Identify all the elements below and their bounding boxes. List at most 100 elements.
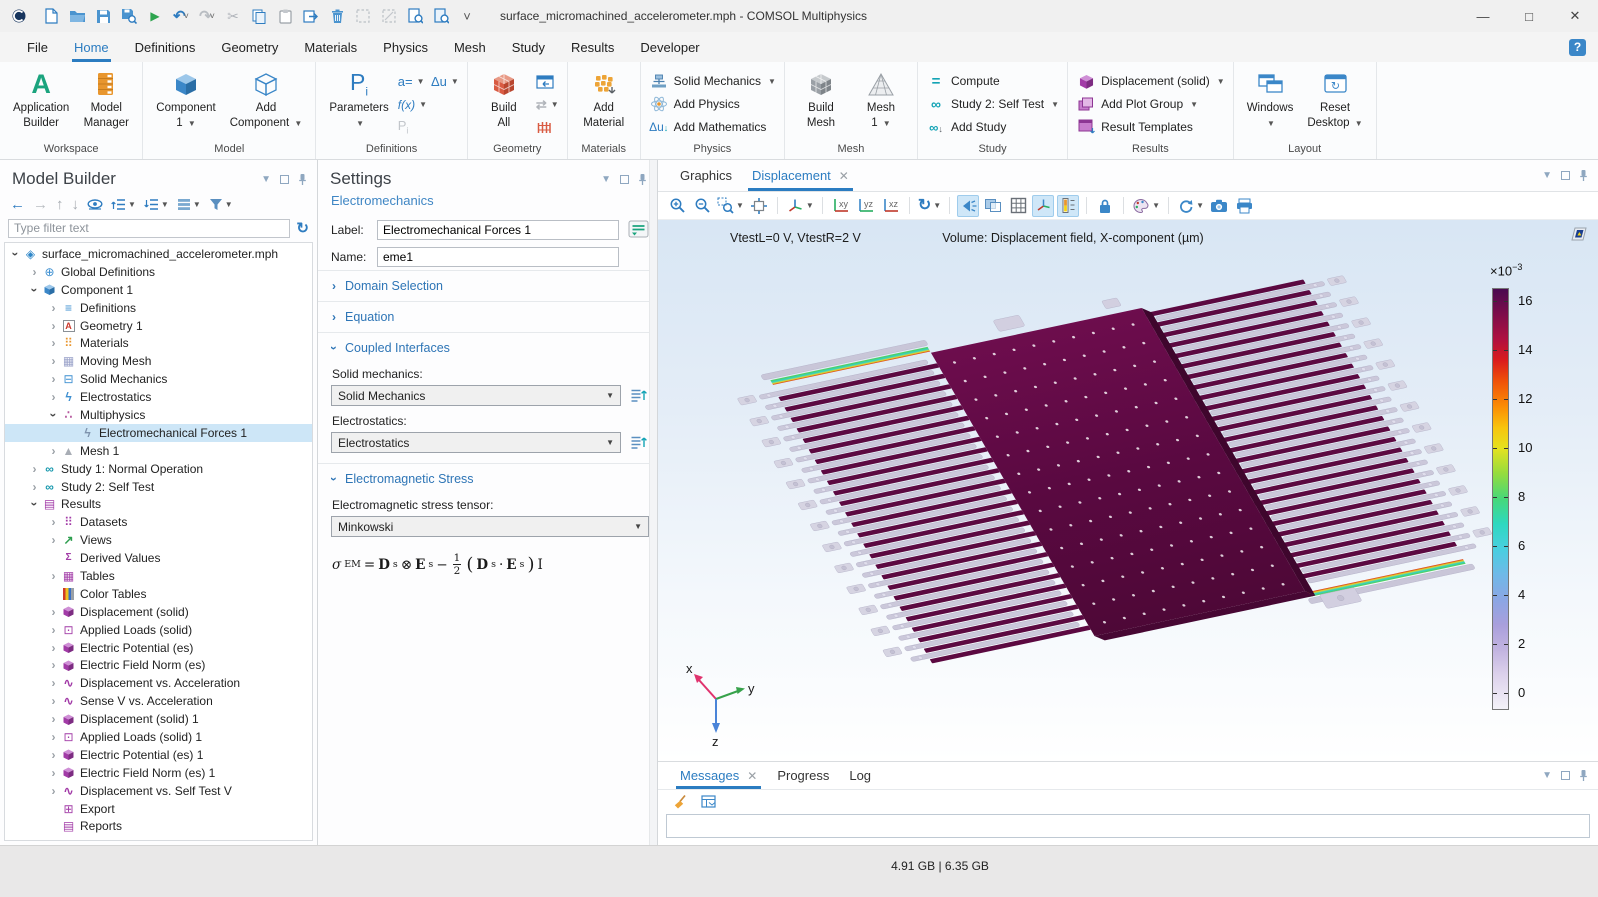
tree-expander-icon[interactable]: › bbox=[47, 623, 60, 637]
tree-expander-icon[interactable]: › bbox=[47, 301, 60, 315]
tree-item-export[interactable]: ⊞Export bbox=[5, 800, 312, 818]
graphics-tab-displacement[interactable]: Displacement✕ bbox=[742, 160, 859, 191]
menu-home[interactable]: Home bbox=[61, 32, 122, 62]
tree-item-study-1-normal-operation[interactable]: ›∞Study 1: Normal Operation bbox=[5, 460, 312, 478]
save-icon[interactable] bbox=[92, 5, 114, 27]
color-palette-button[interactable]: ▼ bbox=[1131, 195, 1161, 217]
tree-expander-icon[interactable]: › bbox=[9, 247, 23, 260]
tree-item-materials[interactable]: ›⠿Materials bbox=[5, 334, 312, 352]
label-input[interactable] bbox=[377, 220, 619, 240]
tree-item-moving-mesh[interactable]: ›▦Moving Mesh bbox=[5, 352, 312, 370]
tree-item-displacement-solid[interactable]: › Displacement (solid) bbox=[5, 603, 312, 621]
expand-levels-button[interactable]: ▼ bbox=[111, 198, 136, 211]
tree-item-tables[interactable]: ›▦Tables bbox=[5, 567, 312, 585]
tree-expander-icon[interactable]: › bbox=[47, 694, 60, 708]
stress-tensor-select[interactable]: Minkowski ▼ bbox=[331, 516, 649, 537]
add-material-button[interactable]: AddMaterial bbox=[576, 65, 632, 133]
refresh-icon[interactable]: ↻ bbox=[296, 221, 309, 236]
close-tab-icon[interactable]: ✕ bbox=[839, 169, 849, 183]
messages-output[interactable] bbox=[666, 814, 1590, 838]
update-plot-button[interactable]: ▼ bbox=[1176, 195, 1205, 217]
model-tree-rows-button[interactable]: ▼ bbox=[177, 198, 201, 211]
tree-expander-icon[interactable]: › bbox=[28, 480, 41, 494]
messages-tab-messages[interactable]: Messages✕ bbox=[670, 762, 767, 789]
filter-input[interactable] bbox=[8, 219, 290, 238]
delta-u-button[interactable]: Δu▼ bbox=[431, 73, 459, 90]
tree-expander-icon[interactable]: › bbox=[47, 569, 60, 583]
view-xy-button[interactable]: xy bbox=[830, 195, 852, 217]
tree-expander-icon[interactable]: › bbox=[47, 390, 60, 404]
mesh-1-button[interactable]: Mesh1 ▼ bbox=[853, 65, 909, 133]
redo-icon[interactable]: ↷˅ bbox=[196, 5, 218, 27]
more-caret-icon[interactable]: ˅ bbox=[456, 5, 478, 27]
menu-geometry[interactable]: Geometry bbox=[208, 32, 291, 62]
tree-expander-icon[interactable]: › bbox=[47, 748, 60, 762]
menu-definitions[interactable]: Definitions bbox=[122, 32, 209, 62]
tree-item-electric-potential-es[interactable]: › Electric Potential (es) bbox=[5, 639, 312, 657]
menu-file[interactable]: File bbox=[14, 32, 61, 62]
tree-item-component-1[interactable]: › Component 1 bbox=[5, 281, 312, 299]
scene-light-button[interactable] bbox=[957, 195, 979, 217]
tree-item-definitions[interactable]: ›≡Definitions bbox=[5, 299, 312, 317]
transparency-button[interactable] bbox=[982, 195, 1004, 217]
displacement-solid-button[interactable]: Displacement (solid)▼ bbox=[1076, 71, 1225, 91]
component-1-button[interactable]: Component1 ▼ bbox=[151, 65, 220, 133]
tree-item-displacement-vs-self-test-v[interactable]: ›∿Displacement vs. Self Test V bbox=[5, 782, 312, 800]
tree-expander-icon[interactable]: › bbox=[28, 283, 42, 296]
save-search-icon[interactable] bbox=[118, 5, 140, 27]
parameters-button[interactable]: PiParameters ▼ bbox=[324, 65, 393, 133]
tree-item-views[interactable]: ›↗Views bbox=[5, 531, 312, 549]
tree-expander-icon[interactable]: › bbox=[47, 658, 60, 672]
tree-item-displacement-solid-1[interactable]: › Displacement (solid) 1 bbox=[5, 710, 312, 728]
tree-expander-icon[interactable]: › bbox=[47, 641, 60, 655]
menu-materials[interactable]: Materials bbox=[291, 32, 370, 62]
tree-item-electric-field-norm-es[interactable]: › Electric Field Norm (es) bbox=[5, 656, 312, 674]
build-all-button[interactable]: BuildAll bbox=[476, 65, 532, 133]
panel-pin-icon[interactable] bbox=[298, 173, 307, 186]
zoom-extents-button[interactable] bbox=[748, 195, 770, 217]
close-tab-icon[interactable]: ✕ bbox=[747, 769, 757, 783]
panel-menu-icon[interactable]: ▼ bbox=[1542, 770, 1552, 781]
move-down-button[interactable]: ↓ bbox=[72, 197, 80, 212]
tree-item-color-tables[interactable]: Color Tables bbox=[5, 585, 312, 603]
minimize-button[interactable]: — bbox=[1460, 0, 1506, 32]
tree-expander-icon[interactable]: › bbox=[28, 265, 41, 279]
default-view-button[interactable]: ▼ bbox=[785, 195, 815, 217]
fence-red-button[interactable] bbox=[536, 119, 559, 136]
menu-physics[interactable]: Physics bbox=[370, 32, 441, 62]
message-table-button[interactable] bbox=[698, 791, 720, 813]
fx-button[interactable]: f(x)▼ bbox=[398, 96, 427, 113]
add-mathematics-button[interactable]: Δu↓Add Mathematics bbox=[649, 117, 776, 137]
nav-back-button[interactable]: ← bbox=[10, 197, 25, 212]
undo-icon[interactable]: ↶˅ bbox=[170, 5, 192, 27]
model-manager-button[interactable]: ModelManager bbox=[78, 65, 134, 133]
settings-scrollbar[interactable] bbox=[649, 160, 657, 845]
selection-off-icon[interactable] bbox=[352, 5, 374, 27]
tree-expander-icon[interactable]: › bbox=[47, 336, 60, 350]
tree-expander-icon[interactable]: › bbox=[47, 444, 60, 458]
solid-mechanics-select[interactable]: Solid Mechanics ▼ bbox=[331, 385, 621, 406]
menu-mesh[interactable]: Mesh bbox=[441, 32, 499, 62]
section-electromagnetic-stress[interactable]: › Electromagnetic Stress Electromagnetic… bbox=[318, 463, 657, 588]
tree-item-derived-values[interactable]: ΣDerived Values bbox=[5, 549, 312, 567]
grid-button[interactable] bbox=[1007, 195, 1029, 217]
tree-item-displacement-vs-acceleration[interactable]: ›∿Displacement vs. Acceleration bbox=[5, 674, 312, 692]
panel-float-icon[interactable] bbox=[280, 175, 289, 184]
zoom-box-button[interactable]: ▼ bbox=[716, 195, 745, 217]
result-templates-button[interactable]: Result Templates bbox=[1076, 117, 1225, 137]
pi-gray-button[interactable]: Pi bbox=[398, 119, 427, 136]
tree-item-electric-potential-es-1[interactable]: › Electric Potential (es) 1 bbox=[5, 746, 312, 764]
graphics-tab-graphics[interactable]: Graphics bbox=[670, 160, 742, 191]
add-plot-group-button[interactable]: Add Plot Group▼ bbox=[1076, 94, 1225, 114]
go-to-source-button[interactable] bbox=[627, 386, 649, 406]
tree-item-applied-loads-solid-1[interactable]: ›⊡Applied Loads (solid) 1 bbox=[5, 728, 312, 746]
panel-pin-icon[interactable] bbox=[1579, 769, 1588, 782]
tree-expander-icon[interactable]: › bbox=[47, 533, 60, 547]
view-yz-button[interactable]: yz bbox=[855, 195, 877, 217]
copy-icon[interactable] bbox=[248, 5, 270, 27]
tree-item-applied-loads-solid[interactable]: ›⊡Applied Loads (solid) bbox=[5, 621, 312, 639]
color-legend-button[interactable] bbox=[1057, 195, 1079, 217]
tree-item-study-2-self-test[interactable]: ›∞Study 2: Self Test bbox=[5, 478, 312, 496]
tree-item-multiphysics[interactable]: ›∴Multiphysics bbox=[5, 406, 312, 424]
filter-funnel-button[interactable]: ▼ bbox=[209, 198, 233, 211]
